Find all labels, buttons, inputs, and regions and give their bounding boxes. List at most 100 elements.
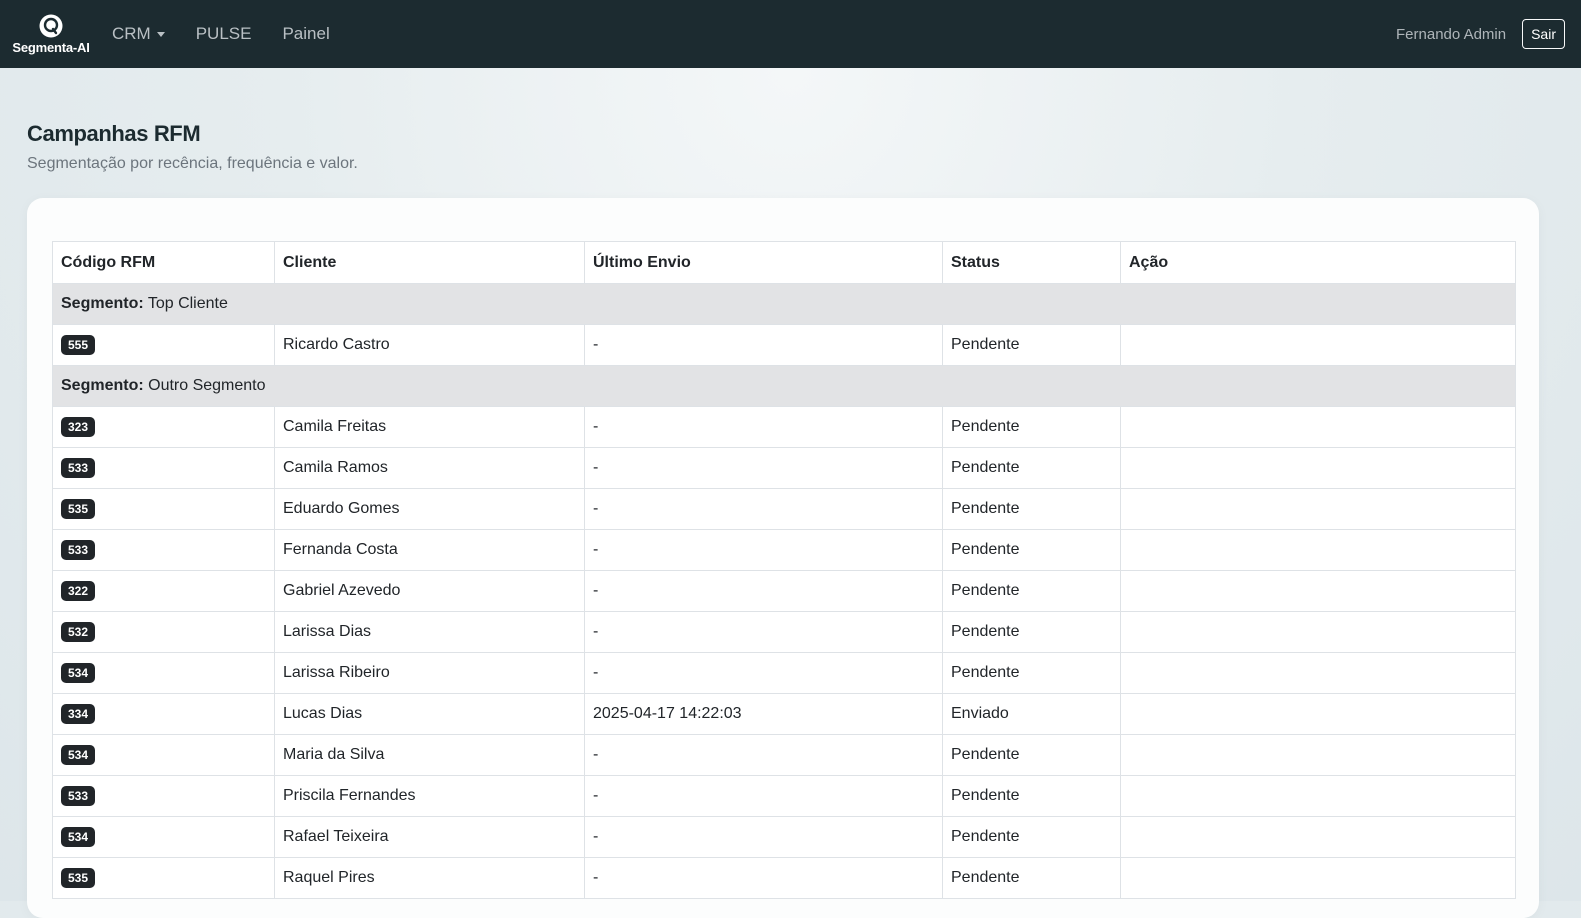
last-sent-cell: -: [584, 652, 943, 694]
status-cell: Pendente: [942, 816, 1121, 858]
status-cell: Pendente: [942, 529, 1121, 571]
action-cell: [1120, 611, 1516, 653]
nav-crm-label: CRM: [112, 24, 151, 43]
rfm-code-cell: 323: [52, 406, 275, 448]
status-cell: Enviado: [942, 693, 1121, 735]
table-row: 534 Larissa Ribeiro - Pendente: [52, 652, 1516, 694]
nav-user-area: Fernando Admin Sair: [1396, 19, 1565, 49]
rfm-code-badge: 535: [61, 499, 96, 519]
rfm-code-cell: 555: [52, 324, 275, 366]
segment-row: Segmento: Outro Segmento: [52, 365, 1516, 407]
rfm-code-badge: 555: [61, 335, 96, 355]
status-cell: Pendente: [942, 570, 1121, 612]
rfm-code-badge: 533: [61, 786, 96, 806]
user-name: Fernando Admin: [1396, 25, 1507, 43]
header-client: Cliente: [274, 241, 585, 284]
table-row: 533 Priscila Fernandes - Pendente: [52, 775, 1516, 817]
segment-name: Outro Segmento: [148, 377, 266, 394]
client-cell: Camila Ramos: [274, 447, 585, 489]
client-cell: Larissa Dias: [274, 611, 585, 653]
nav-menu: CRM PULSE Painel: [112, 24, 330, 44]
nav-crm-dropdown[interactable]: CRM: [112, 24, 165, 44]
segment-label: Segmento:: [61, 295, 144, 312]
table-row: 323 Camila Freitas - Pendente: [52, 406, 1516, 448]
status-cell: Pendente: [942, 857, 1121, 899]
table-row: 334 Lucas Dias 2025-04-17 14:22:03 Enviado: [52, 693, 1516, 735]
header-last-sent: Último Envio: [584, 241, 943, 284]
rfm-code-badge: 533: [61, 458, 96, 478]
last-sent-cell: -: [584, 775, 943, 817]
top-navbar: Segmenta-AI CRM PULSE Painel Fernando Ad…: [0, 0, 1581, 68]
status-cell: Pendente: [942, 324, 1121, 366]
header-action: Ação: [1120, 241, 1516, 284]
table-row: 534 Maria da Silva - Pendente: [52, 734, 1516, 776]
client-cell: Rafael Teixeira: [274, 816, 585, 858]
rfm-code-cell: 534: [52, 734, 275, 776]
last-sent-cell: -: [584, 529, 943, 571]
table-row: 535 Eduardo Gomes - Pendente: [52, 488, 1516, 530]
segment-cell: Segmento: Top Cliente: [52, 283, 1516, 325]
table-row: 535 Raquel Pires - Pendente: [52, 857, 1516, 899]
table-row: 534 Rafael Teixeira - Pendente: [52, 816, 1516, 858]
header-code: Código RFM: [52, 241, 275, 284]
rfm-code-badge: 334: [61, 704, 96, 724]
last-sent-cell: -: [584, 734, 943, 776]
last-sent-cell: -: [584, 816, 943, 858]
rfm-code-cell: 534: [52, 816, 275, 858]
table-row: 533 Camila Ramos - Pendente: [52, 447, 1516, 489]
status-cell: Pendente: [942, 488, 1121, 530]
last-sent-cell: -: [584, 570, 943, 612]
rfm-code-badge: 535: [61, 868, 96, 888]
table-row: 322 Gabriel Azevedo - Pendente: [52, 570, 1516, 612]
chevron-down-icon: [156, 31, 165, 37]
rfm-code-cell: 532: [52, 611, 275, 653]
status-cell: Pendente: [942, 652, 1121, 694]
nav-painel-label: Painel: [282, 24, 330, 43]
client-cell: Larissa Ribeiro: [274, 652, 585, 694]
action-cell: [1120, 406, 1516, 448]
last-sent-cell: 2025-04-17 14:22:03: [584, 693, 943, 735]
brand-name: Segmenta-AI: [12, 40, 90, 55]
brand[interactable]: Segmenta-AI: [8, 13, 94, 55]
nav-pulse[interactable]: PULSE: [196, 24, 252, 44]
nav-painel[interactable]: Painel: [282, 24, 329, 44]
client-cell: Raquel Pires: [274, 857, 585, 899]
last-sent-cell: -: [584, 447, 943, 489]
header-status: Status: [942, 241, 1121, 284]
page-header: Campanhas RFM Segmentação por recência, …: [0, 68, 1581, 173]
rfm-code-badge: 323: [61, 417, 96, 437]
status-cell: Pendente: [942, 775, 1121, 817]
rfm-code-cell: 533: [52, 529, 275, 571]
logout-button[interactable]: Sair: [1522, 19, 1565, 49]
rfm-code-badge: 534: [61, 663, 96, 683]
rfm-code-badge: 322: [61, 581, 96, 601]
brand-logo-icon: [39, 14, 63, 38]
action-cell: [1120, 816, 1516, 858]
client-cell: Ricardo Castro: [274, 324, 585, 366]
page-title: Campanhas RFM: [27, 121, 201, 146]
rfm-code-cell: 533: [52, 775, 275, 817]
campaigns-card: Código RFM Cliente Último Envio Status A…: [27, 198, 1539, 918]
client-cell: Camila Freitas: [274, 406, 585, 448]
client-cell: Maria da Silva: [274, 734, 585, 776]
action-cell: [1120, 734, 1516, 776]
client-cell: Lucas Dias: [274, 693, 585, 735]
table-row: 555 Ricardo Castro - Pendente: [52, 324, 1516, 366]
status-cell: Pendente: [942, 447, 1121, 489]
action-cell: [1120, 652, 1516, 694]
page-subtitle: Segmentação por recência, frequência e v…: [27, 155, 358, 172]
status-cell: Pendente: [942, 734, 1121, 776]
last-sent-cell: -: [584, 406, 943, 448]
rfm-code-cell: 533: [52, 447, 275, 489]
action-cell: [1120, 488, 1516, 530]
table-header-row: Código RFM Cliente Último Envio Status A…: [52, 241, 1516, 284]
rfm-table: Código RFM Cliente Último Envio Status A…: [52, 241, 1516, 899]
action-cell: [1120, 775, 1516, 817]
action-cell: [1120, 857, 1516, 899]
rfm-code-badge: 534: [61, 745, 96, 765]
action-cell: [1120, 529, 1516, 571]
table-row: 533 Fernanda Costa - Pendente: [52, 529, 1516, 571]
table-body: Segmento: Top Cliente 555 Ricardo Castro - P…: [52, 283, 1516, 899]
rfm-code-badge: 533: [61, 540, 96, 560]
status-cell: Pendente: [942, 611, 1121, 653]
